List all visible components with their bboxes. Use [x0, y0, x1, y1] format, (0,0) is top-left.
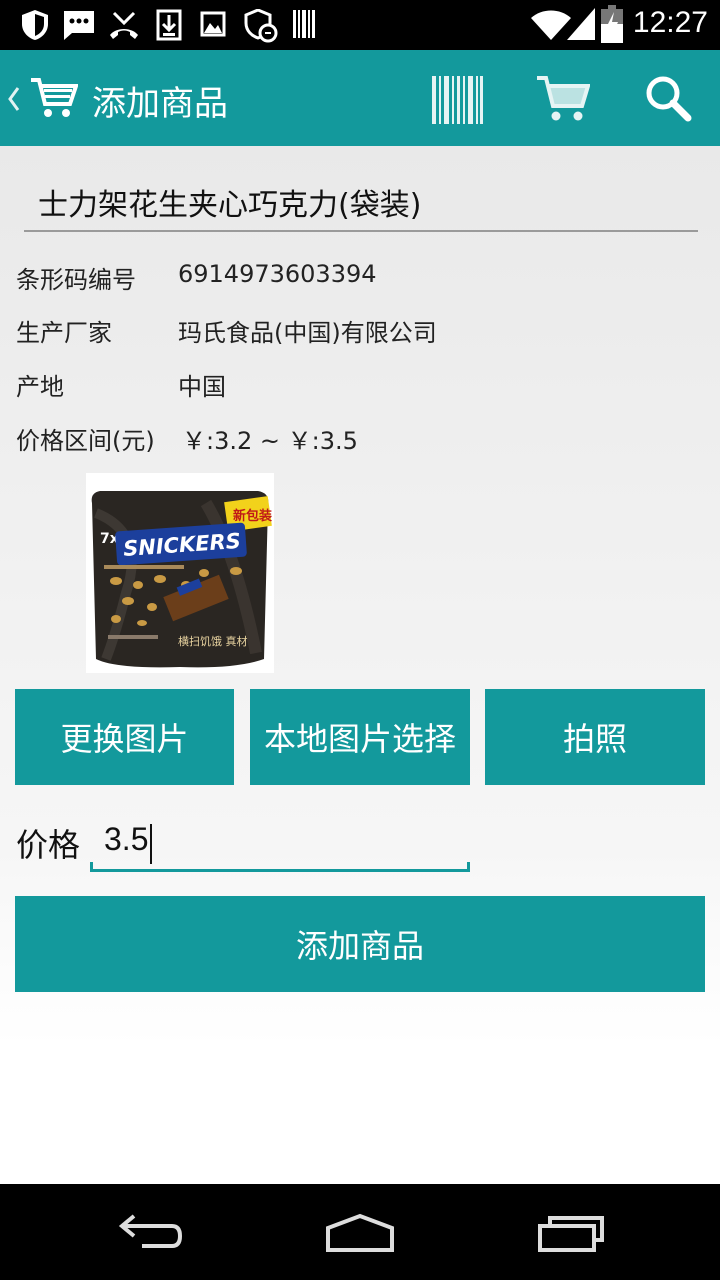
manufacturer-label: 生产厂家 — [16, 319, 112, 347]
origin-label: 产地 — [16, 373, 64, 401]
back-icon[interactable] — [116, 1210, 184, 1254]
page-title: 添加商品 — [92, 84, 228, 124]
status-time: 12:27 — [632, 6, 708, 39]
manufacturer-value: 玛氏食品(中国)有限公司 — [178, 319, 437, 347]
content-area: 士力架花生夹心巧克力(袋装) 条形码编号 6914973603394 生产厂家 … — [0, 146, 720, 1184]
shield-icon — [22, 10, 48, 40]
missed-call-icon — [110, 11, 138, 39]
security-icon — [244, 9, 278, 43]
barcode-label: 条形码编号 — [16, 266, 136, 294]
home-icon[interactable] — [324, 1212, 396, 1254]
cart-icon[interactable] — [536, 74, 590, 124]
navigation-bar — [0, 1184, 720, 1280]
bottom-text: 横扫饥饿 真材 — [178, 634, 248, 648]
price-label: 价格 — [16, 826, 81, 864]
price-range-value: ￥:3.2 ~ ￥:3.5 — [182, 427, 358, 455]
barcode-value: 6914973603394 — [178, 260, 377, 288]
barcode-icon — [293, 10, 315, 38]
barcode-scan-icon[interactable] — [430, 74, 484, 126]
app-logo-cart-icon[interactable] — [30, 76, 78, 120]
back-chevron-icon[interactable] — [6, 86, 22, 112]
badge-text: 新包装 — [233, 508, 272, 524]
local-image-button[interactable]: 本地图片选择 — [250, 689, 470, 785]
add-product-button[interactable]: 添加商品 — [15, 896, 705, 992]
action-bar: 添加商品 — [0, 50, 720, 146]
take-photo-button[interactable]: 拍照 — [485, 689, 705, 785]
download-icon — [156, 9, 182, 41]
text-cursor — [150, 824, 152, 864]
image-icon — [200, 11, 226, 37]
product-name-field[interactable]: 士力架花生夹心巧克力(袋装) — [24, 180, 698, 232]
search-icon[interactable] — [644, 74, 692, 122]
change-image-button[interactable]: 更换图片 — [15, 689, 234, 785]
screen: 12:27 添加商品 士力架花生夹心巧克力(袋装) 条形码编号 69149736… — [0, 0, 720, 1280]
recent-apps-icon[interactable] — [536, 1212, 606, 1254]
status-bar: 12:27 — [0, 0, 720, 50]
origin-value: 中国 — [178, 373, 226, 401]
price-range-label: 价格区间(元) — [16, 427, 155, 455]
product-image: 新包装 7x SNICKERS 横扫饥饿 真材 — [86, 473, 274, 673]
message-icon — [64, 11, 94, 40]
signal-icon — [567, 8, 595, 40]
battery-icon — [601, 5, 623, 43]
price-input[interactable] — [90, 810, 470, 872]
